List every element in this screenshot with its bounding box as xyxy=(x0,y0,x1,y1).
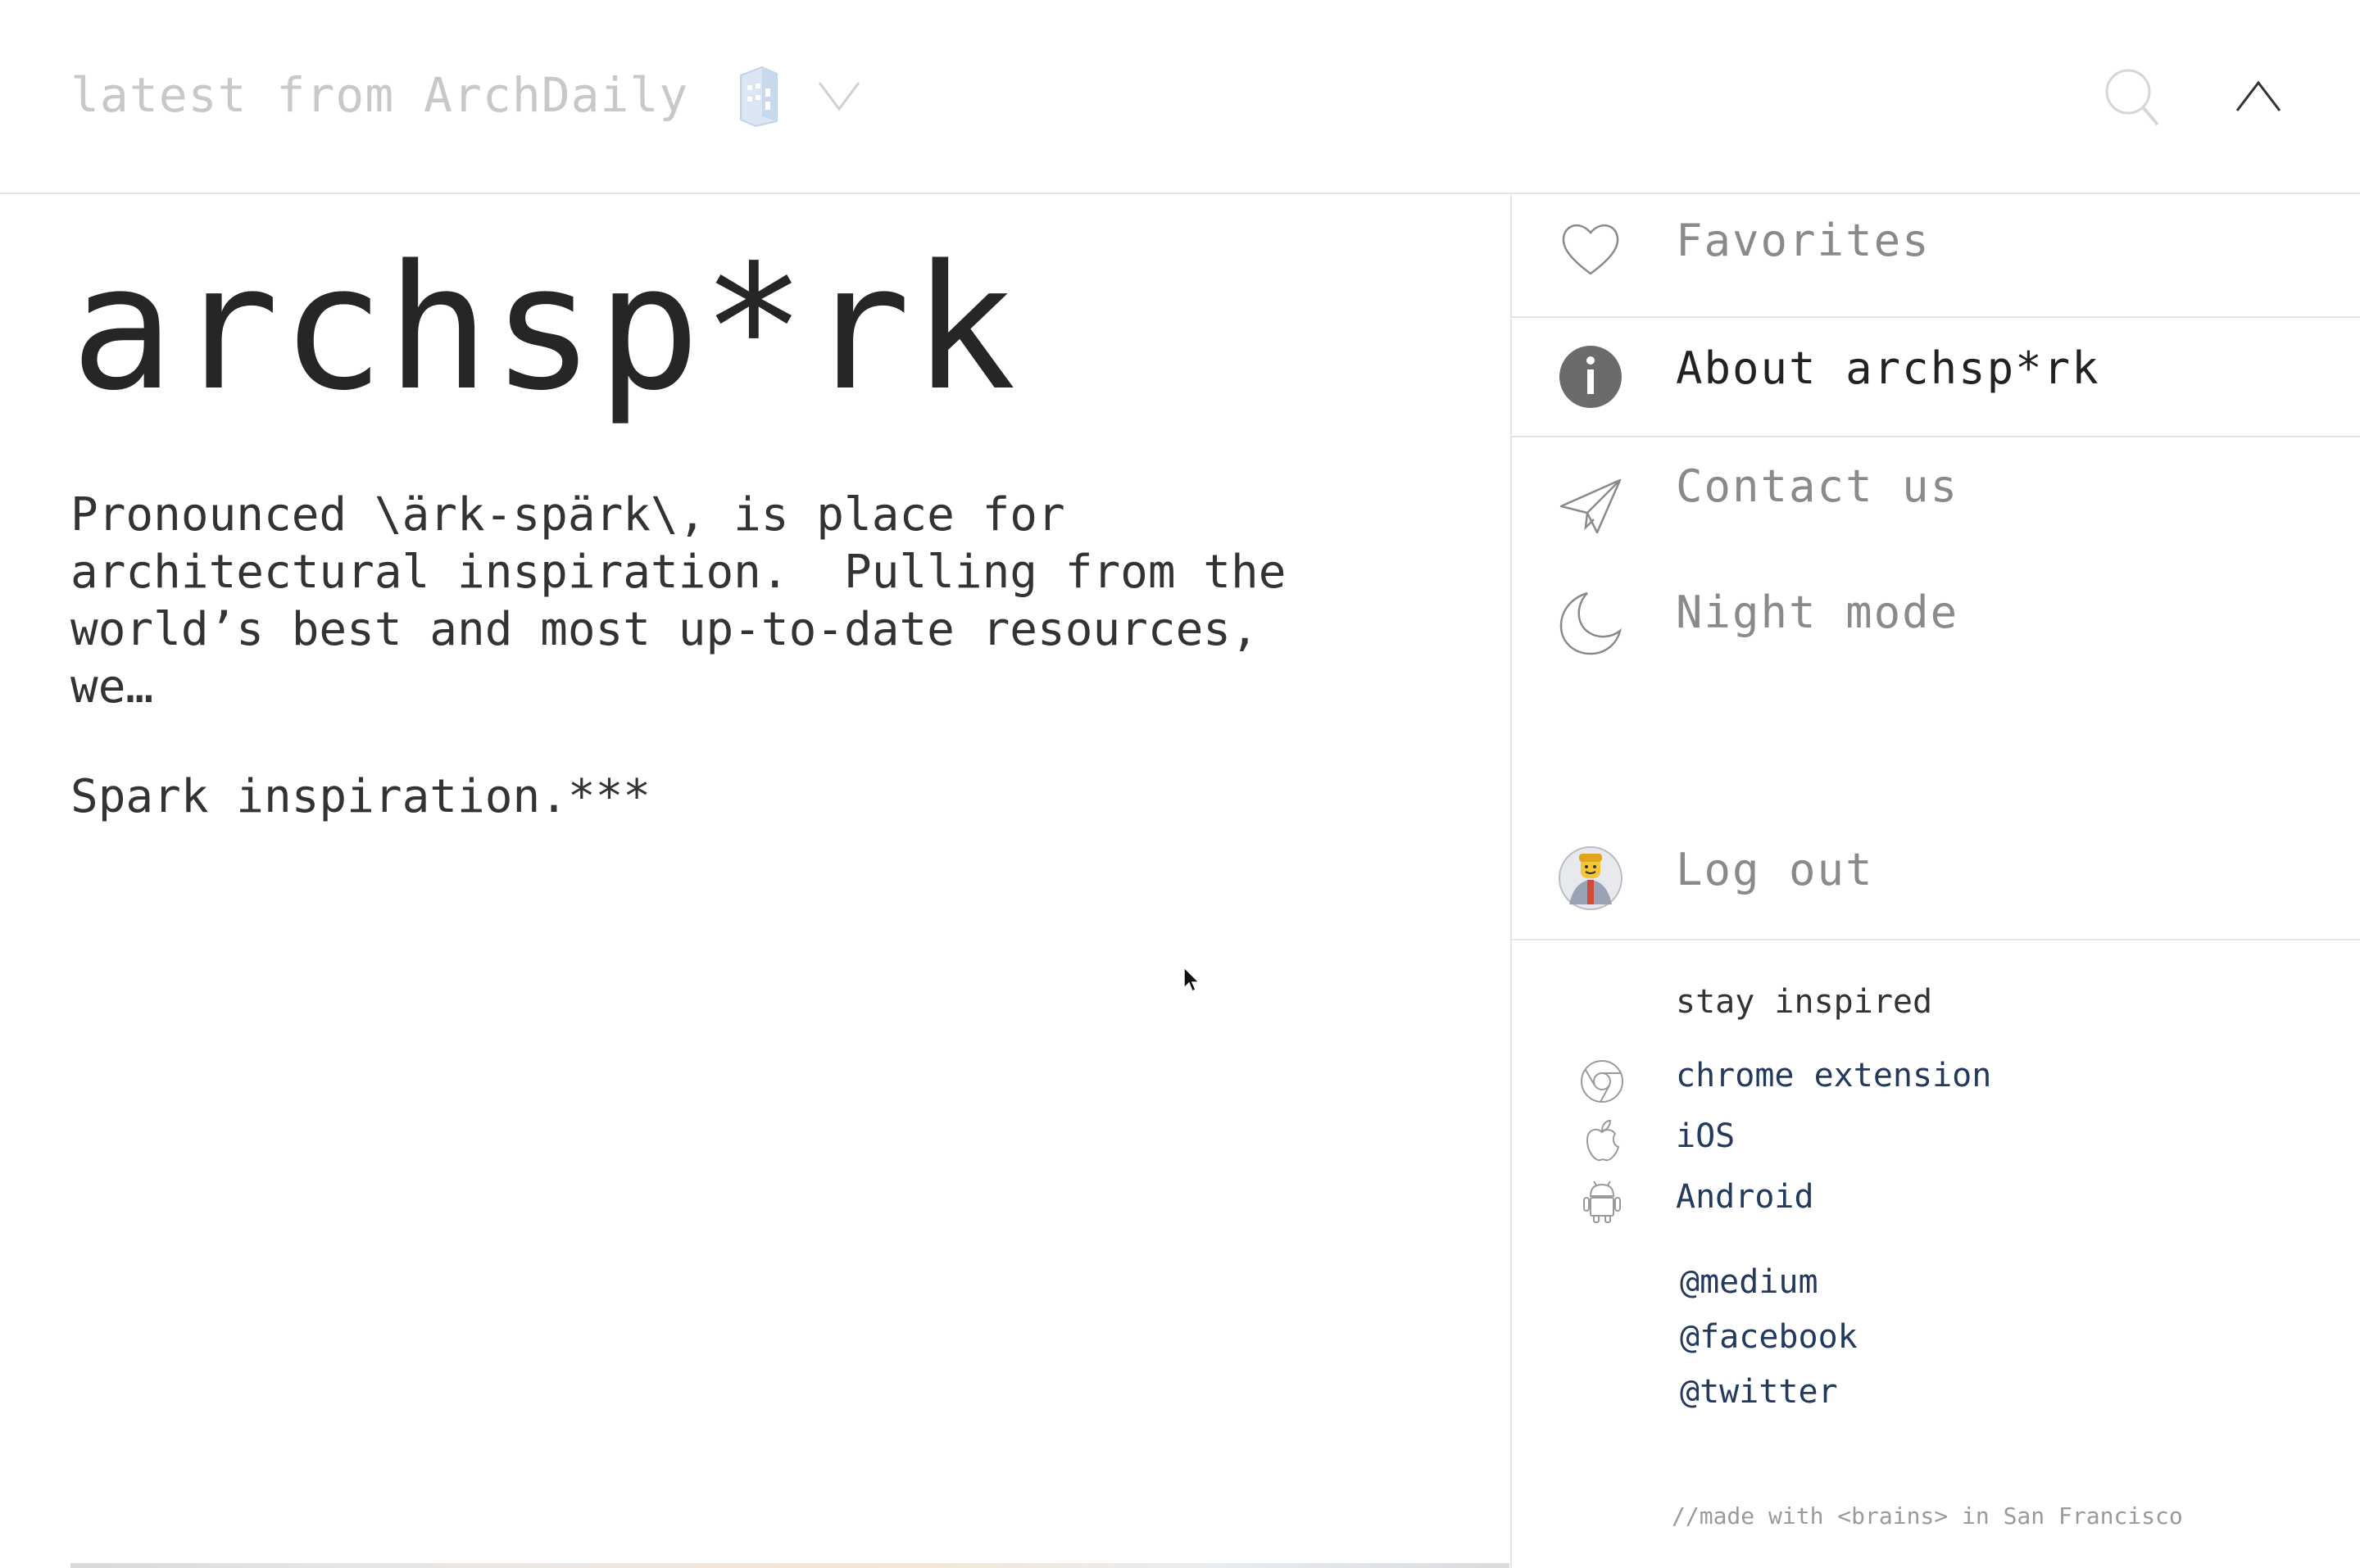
android-icon xyxy=(1583,1181,1621,1223)
feed-preview-strip xyxy=(70,1563,1509,1568)
app-page: latest from ArchDaily archsp*rk Pronounc… xyxy=(0,0,2360,1568)
menu-item-about[interactable]: About archsp*rk xyxy=(1512,316,2360,437)
building-icon[interactable] xyxy=(738,64,780,128)
moon-icon xyxy=(1559,591,1622,655)
heart-icon xyxy=(1562,224,1619,275)
tagline: Spark inspiration.*** xyxy=(70,770,651,823)
mouse-cursor-icon xyxy=(1183,967,1200,993)
feed-source-label[interactable]: latest from ArchDaily xyxy=(70,67,688,123)
brand-title: archsp*rk xyxy=(70,228,1018,428)
menu-item-label: About archsp*rk xyxy=(1676,342,2100,394)
ios-link[interactable]: iOS xyxy=(1676,1117,1735,1155)
menu-item-contact[interactable]: Contact us xyxy=(1512,442,2360,564)
side-menu: Favorites About archsp*rk Contact us Nig… xyxy=(1510,195,2360,1568)
chrome-extension-link[interactable]: chrome extension xyxy=(1676,1057,1991,1094)
chevron-down-icon[interactable] xyxy=(816,78,862,114)
search-icon[interactable] xyxy=(2104,67,2161,128)
footer-note: //made with <brains> in San Francisco xyxy=(1672,1502,2183,1529)
chevron-up-icon[interactable] xyxy=(2234,78,2283,114)
menu-item-label: Log out xyxy=(1676,844,1874,895)
chrome-icon xyxy=(1581,1060,1623,1103)
stay-inspired-title: stay inspired xyxy=(1676,983,1933,1021)
menu-item-night-mode[interactable]: Night mode xyxy=(1512,570,2360,691)
menu-item-label: Favorites xyxy=(1676,215,1931,266)
menu-item-logout[interactable]: Log out xyxy=(1512,818,2360,939)
menu-item-favorites[interactable]: Favorites xyxy=(1512,195,2360,316)
facebook-link[interactable]: @facebook xyxy=(1680,1318,1858,1356)
avatar xyxy=(1559,846,1622,910)
apple-icon xyxy=(1586,1119,1620,1162)
medium-link[interactable]: @medium xyxy=(1680,1263,1818,1301)
top-bar: latest from ArchDaily xyxy=(0,0,2360,194)
main-content: archsp*rk Pronounced \ärk-spärk\, is pla… xyxy=(0,195,1509,1568)
paper-plane-icon xyxy=(1559,478,1622,534)
menu-item-label: Contact us xyxy=(1676,460,1959,512)
android-link[interactable]: Android xyxy=(1676,1178,1814,1216)
twitter-link[interactable]: @twitter xyxy=(1680,1373,1838,1411)
info-icon xyxy=(1559,346,1622,408)
menu-item-label: Night mode xyxy=(1676,587,1959,638)
menu-divider xyxy=(1512,939,2360,940)
about-description: Pronounced \ärk-spärk\, is place for arc… xyxy=(70,488,1287,714)
